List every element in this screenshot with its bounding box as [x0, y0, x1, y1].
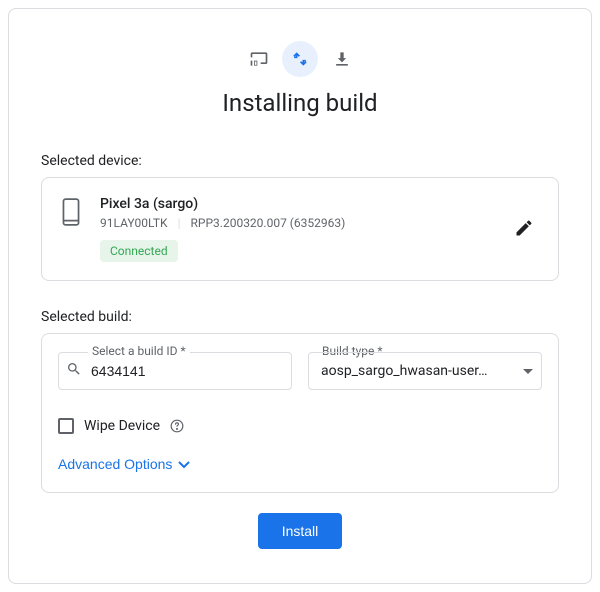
install-build-card: Installing build Selected device: Pixel … — [8, 8, 592, 584]
device-meta: 91LAY00LTK | RPP3.200320.007 (6352963) — [100, 216, 492, 230]
caret-down-icon — [523, 363, 533, 379]
phone-icon — [62, 198, 82, 226]
build-card: Select a build ID * Build type * aosp_sa… — [41, 333, 559, 493]
device-name: Pixel 3a (sargo) — [100, 196, 492, 212]
search-icon — [66, 361, 82, 381]
device-info: Pixel 3a (sargo) 91LAY00LTK | RPP3.20032… — [100, 196, 492, 262]
device-serial: 91LAY00LTK — [100, 216, 168, 230]
advanced-options-label: Advanced Options — [58, 456, 172, 472]
device-card: Pixel 3a (sargo) 91LAY00LTK | RPP3.20032… — [41, 177, 559, 281]
advanced-options-button[interactable]: Advanced Options — [58, 456, 190, 472]
download-step-icon — [332, 49, 352, 69]
build-type-select[interactable]: aosp_sargo_hwasan-user… — [308, 352, 542, 390]
chevron-down-icon — [178, 456, 190, 472]
selected-build-label: Selected build: — [41, 309, 559, 325]
tablet-step-icon — [248, 49, 268, 69]
edit-device-button[interactable] — [510, 214, 538, 245]
wipe-device-label: Wipe Device — [84, 418, 160, 434]
build-id-field-wrap: Select a build ID * — [58, 352, 292, 390]
build-fields-row: Select a build ID * Build type * aosp_sa… — [58, 352, 542, 390]
status-badge: Connected — [100, 240, 178, 262]
wipe-device-row: Wipe Device — [58, 418, 542, 434]
wipe-device-checkbox[interactable] — [58, 418, 74, 434]
page-title: Installing build — [41, 89, 559, 117]
install-button[interactable]: Install — [258, 513, 343, 549]
build-type-value: aosp_sargo_hwasan-user… — [321, 363, 488, 379]
selected-device-label: Selected device: — [41, 153, 559, 169]
build-type-field-wrap: Build type * aosp_sargo_hwasan-user… — [308, 352, 542, 390]
merge-step-icon — [282, 41, 318, 77]
meta-separator: | — [178, 216, 181, 230]
pencil-icon — [514, 226, 534, 241]
help-icon[interactable] — [170, 419, 184, 433]
device-fingerprint: RPP3.200320.007 (6352963) — [191, 216, 346, 230]
build-id-label: Select a build ID * — [88, 344, 190, 358]
step-indicator — [41, 41, 559, 77]
